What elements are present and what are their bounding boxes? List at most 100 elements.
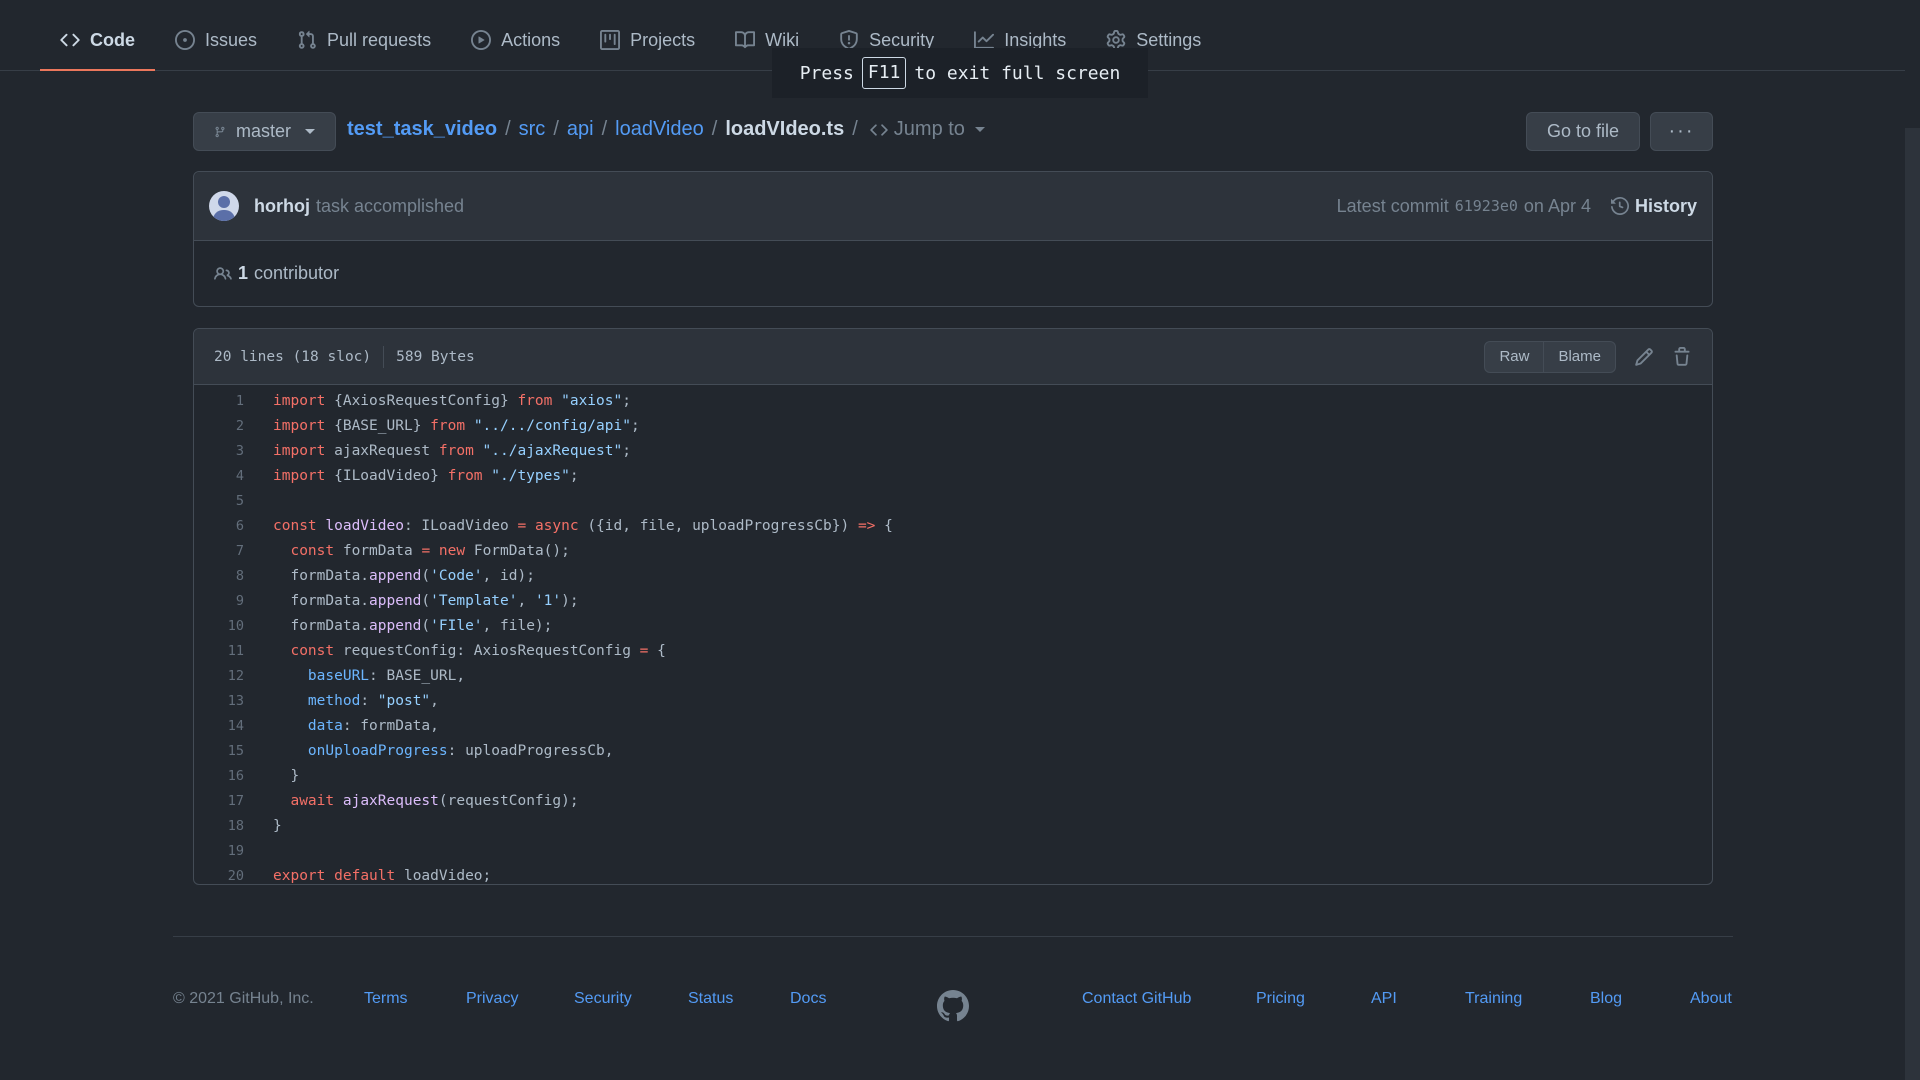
line-number[interactable]: 11	[194, 643, 269, 659]
code-line: 5	[194, 488, 1712, 513]
breadcrumb-src-link[interactable]: src	[519, 118, 546, 141]
line-number[interactable]: 15	[194, 743, 269, 759]
line-number[interactable]: 12	[194, 668, 269, 684]
footer-link-docs[interactable]: Docs	[790, 990, 826, 1008]
footer-link-contact-github[interactable]: Contact GitHub	[1082, 990, 1191, 1008]
latest-commit-label: Latest commit	[1336, 195, 1449, 216]
line-content: formData.append('Code', id);	[273, 567, 535, 584]
file-actions: Raw Blame	[1484, 340, 1692, 373]
line-number[interactable]: 17	[194, 793, 269, 809]
latest-commit-bar: horhoj task accomplished Latest commit 6…	[194, 172, 1712, 241]
line-content: const requestConfig: AxiosRequestConfig …	[290, 642, 666, 659]
line-content: const loadVideo: ILoadVideo = async ({id…	[273, 517, 893, 534]
pull-request-icon	[298, 30, 316, 49]
line-content: formData.append('FIle', file);	[273, 617, 553, 634]
tab-code[interactable]: Code	[40, 0, 155, 71]
footer-link-blog[interactable]: Blog	[1590, 990, 1622, 1008]
line-number[interactable]: 3	[194, 443, 269, 459]
tab-pull-requests-label: Pull requests	[327, 29, 432, 50]
footer-link-training[interactable]: Training	[1465, 990, 1522, 1008]
page-scrollbar[interactable]	[1905, 0, 1920, 1080]
breadcrumb-separator: /	[711, 118, 718, 140]
line-content: method: "post",	[307, 692, 439, 709]
commit-date: on Apr 4	[1523, 195, 1591, 216]
tab-pull-requests[interactable]: Pull requests	[277, 0, 451, 70]
code-line: 19	[194, 838, 1712, 863]
code-line: 14 data: formData,	[194, 713, 1712, 738]
footer-link-privacy[interactable]: Privacy	[466, 990, 518, 1008]
divider	[383, 345, 385, 368]
contributor-count: 1	[238, 263, 249, 283]
line-number[interactable]: 5	[194, 493, 269, 509]
line-number[interactable]: 19	[194, 843, 269, 859]
line-number[interactable]: 10	[194, 618, 269, 634]
go-to-file-button[interactable]: Go to file	[1526, 112, 1640, 151]
line-number[interactable]: 7	[194, 543, 269, 559]
code-line: 4 import {ILoadVideo} from "./types";	[194, 463, 1712, 488]
tab-issues[interactable]: Issues	[155, 0, 277, 70]
line-number[interactable]: 13	[194, 693, 269, 709]
avatar[interactable]	[209, 191, 239, 221]
line-number[interactable]: 2	[194, 418, 269, 434]
line-content: import ajaxRequest from "../ajaxRequest"…	[273, 442, 631, 459]
line-number[interactable]: 14	[194, 718, 269, 734]
line-content: baseURL: BASE_URL,	[307, 667, 466, 684]
footer-link-about[interactable]: About	[1690, 990, 1732, 1008]
tab-actions[interactable]: Actions	[451, 0, 580, 70]
line-content: import {AxiosRequestConfig} from "axios"…	[273, 392, 631, 409]
scrollbar-thumb[interactable]	[1905, 128, 1920, 1080]
graph-icon	[974, 31, 995, 49]
commit-author-link[interactable]: horhoj	[254, 196, 310, 217]
breadcrumb-api-link[interactable]: api	[567, 118, 594, 141]
trash-icon[interactable]	[1672, 346, 1692, 367]
line-number[interactable]: 4	[194, 468, 269, 484]
tab-projects[interactable]: Projects	[580, 0, 715, 70]
code-line: 6 const loadVideo: ILoadVideo = async ({i…	[194, 513, 1712, 538]
line-number[interactable]: 9	[194, 593, 269, 609]
issue-icon	[175, 30, 195, 50]
commit-message[interactable]: task accomplished	[316, 196, 464, 217]
project-icon	[600, 30, 621, 50]
code-line: 2 import {BASE_URL} from "../../config/ap…	[194, 413, 1712, 438]
raw-button[interactable]: Raw	[1484, 340, 1545, 373]
line-number[interactable]: 6	[194, 518, 269, 534]
code-icon	[870, 123, 888, 136]
line-number[interactable]: 20	[194, 868, 269, 884]
footer: © 2021 GitHub, Inc. Terms Privacy Securi…	[173, 985, 1733, 1022]
fullscreen-tooltip: Press F11 to exit full screen	[772, 48, 1148, 98]
file-lines-info: 20 lines (18 sloc)	[214, 348, 372, 365]
line-number[interactable]: 16	[194, 768, 269, 784]
footer-link-security[interactable]: Security	[574, 990, 632, 1008]
people-icon	[214, 266, 232, 280]
line-number[interactable]: 8	[194, 568, 269, 584]
commit-sha-link[interactable]: 61923e0	[1455, 197, 1518, 215]
footer-link-terms[interactable]: Terms	[364, 990, 408, 1008]
code-line: 3 import ajaxRequest from "../ajaxRequest…	[194, 438, 1712, 463]
code-line: 13 method: "post",	[194, 688, 1712, 713]
file-button-group: Raw Blame	[1484, 340, 1616, 373]
breadcrumb-loadvideo-link[interactable]: loadVideo	[615, 118, 704, 141]
breadcrumb-separator: /	[852, 118, 858, 140]
pencil-icon[interactable]	[1634, 347, 1654, 367]
blame-button[interactable]: Blame	[1544, 340, 1616, 373]
gear-icon	[1106, 30, 1126, 50]
code-line: 16 }	[194, 763, 1712, 788]
github-logo-icon[interactable]	[937, 990, 969, 1022]
line-content: const formData = new FormData();	[290, 542, 570, 559]
code-line: 1 import {AxiosRequestConfig} from "axios…	[194, 388, 1712, 413]
footer-link-api[interactable]: API	[1371, 990, 1397, 1008]
line-number[interactable]: 18	[194, 818, 269, 834]
more-options-button[interactable]: ···	[1650, 112, 1713, 151]
code-line: 20 export default loadVideo;	[194, 863, 1712, 884]
breadcrumb-repo-link[interactable]: test_task_video	[347, 118, 497, 141]
line-number[interactable]: 1	[194, 393, 269, 409]
contributors-row[interactable]: 1 contributor	[194, 241, 1712, 306]
footer-link-pricing[interactable]: Pricing	[1256, 990, 1305, 1008]
branch-select-button[interactable]: master	[193, 112, 336, 151]
jump-to-label: Jump to	[893, 118, 965, 140]
line-content: onUploadProgress: uploadProgressCb,	[307, 742, 614, 759]
history-link[interactable]: History	[1610, 196, 1697, 217]
tab-code-label: Code	[90, 29, 135, 50]
jump-to-button[interactable]: Jump to	[870, 118, 985, 141]
footer-link-status[interactable]: Status	[688, 990, 733, 1008]
